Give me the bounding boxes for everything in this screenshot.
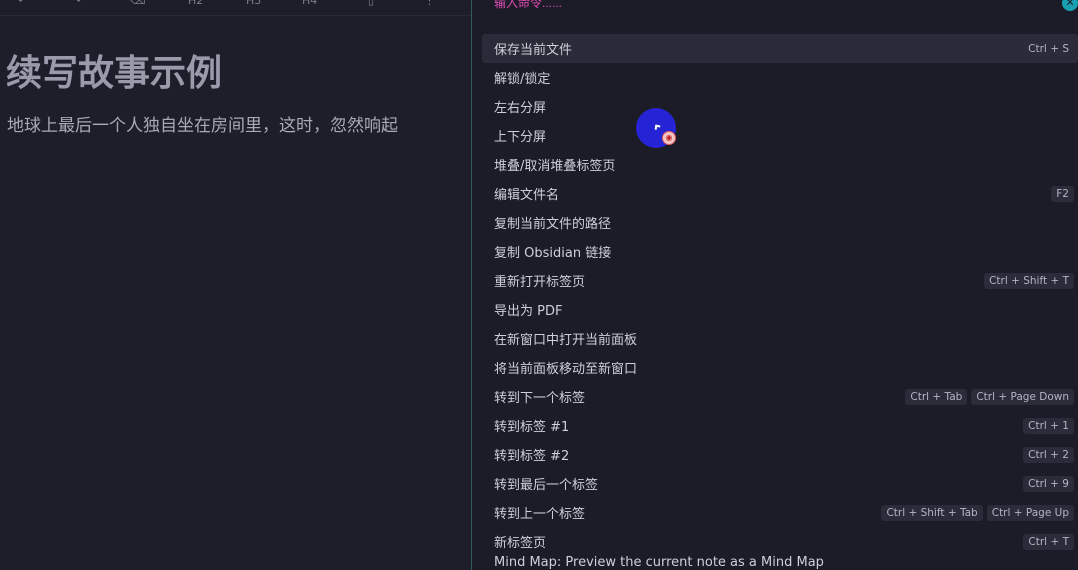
command-item[interactable]: 上下分屏: [482, 121, 1078, 150]
command-item[interactable]: 堆叠/取消堆叠标签页: [482, 150, 1078, 179]
hotkey-group: Ctrl + Shift + T: [984, 272, 1074, 289]
redo-icon[interactable]: ↷: [72, 0, 81, 8]
command-item[interactable]: 转到标签 #2 Ctrl + 2: [482, 440, 1078, 469]
app-window: ↶ ↷ ⌫ H2 H3 H4 ▯ ⋮ 续写故事示例 地球上最后一个人独自坐在房间…: [0, 0, 1078, 570]
hotkey-badge: Ctrl + Shift + Tab: [881, 504, 983, 521]
command-item[interactable]: 转到最后一个标签 Ctrl + 9: [482, 469, 1078, 498]
hotkey-badge: Ctrl + 2: [1023, 446, 1074, 463]
command-label: 将当前面板移动至新窗口: [494, 362, 638, 377]
hotkey-group: Ctrl + Shift + Tab Ctrl + Page Up: [881, 504, 1074, 521]
hotkey-badge: Ctrl + T: [1023, 533, 1074, 550]
command-search-input[interactable]: [494, 0, 649, 10]
hotkey-badge: Ctrl + 9: [1023, 475, 1074, 492]
command-item[interactable]: 编辑文件名 F2: [482, 179, 1078, 208]
copy-icon[interactable]: ▯: [368, 0, 374, 8]
hotkey-group: F2: [1051, 185, 1074, 202]
command-item[interactable]: 在新窗口中打开当前面板: [482, 324, 1078, 353]
hotkey-badge: Ctrl + Page Down: [971, 388, 1074, 405]
hotkey-badge: Ctrl + Shift + T: [984, 272, 1074, 289]
hotkey-group: Ctrl + T: [1023, 533, 1074, 550]
hotkey-group: Ctrl + S: [1023, 40, 1074, 57]
command-item[interactable]: 导出为 PDF: [482, 295, 1078, 324]
command-label: Mind Map: Preview the current note as a …: [494, 556, 824, 570]
editor-pane: ↶ ↷ ⌫ H2 H3 H4 ▯ ⋮ 续写故事示例 地球上最后一个人独自坐在房间…: [0, 0, 472, 570]
command-label: 上下分屏: [494, 130, 547, 145]
heading4-icon[interactable]: H4: [302, 0, 317, 8]
hotkey-badge: Ctrl + S: [1023, 40, 1074, 57]
undo-icon[interactable]: ↶: [18, 0, 27, 8]
command-item[interactable]: 转到下一个标签 Ctrl + Tab Ctrl + Page Down: [482, 382, 1078, 411]
hotkey-badge: Ctrl + Page Up: [986, 504, 1074, 521]
command-label: 重新打开标签页: [494, 275, 586, 290]
hotkey-group: Ctrl + 9: [1023, 475, 1074, 492]
command-item[interactable]: 左右分屏: [482, 92, 1078, 121]
hotkey-badge: Ctrl + Tab: [905, 388, 968, 405]
command-label: 解锁/锁定: [494, 72, 551, 87]
command-label: 保存当前文件: [494, 43, 573, 58]
command-item[interactable]: 保存当前文件 Ctrl + S: [482, 34, 1078, 63]
command-item[interactable]: 新标签页 Ctrl + T: [482, 527, 1078, 556]
clear-format-icon[interactable]: ⌫: [130, 0, 146, 8]
hotkey-group: Ctrl + 1: [1023, 417, 1074, 434]
command-item[interactable]: 将当前面板移动至新窗口: [482, 353, 1078, 382]
more-icon[interactable]: ⋮: [424, 0, 435, 8]
command-label: 左右分屏: [494, 101, 547, 116]
hotkey-group: Ctrl + 2: [1023, 446, 1074, 463]
cursor-badge-icon: ◉: [662, 131, 676, 145]
close-icon[interactable]: ✕: [1062, 0, 1078, 11]
command-label: 导出为 PDF: [494, 304, 563, 319]
hotkey-badge: F2: [1051, 185, 1074, 202]
hotkey-badge: Ctrl + 1: [1023, 417, 1074, 434]
command-item[interactable]: 重新打开标签页 Ctrl + Shift + T: [482, 266, 1078, 295]
command-label: 转到上一个标签: [494, 507, 586, 522]
command-label: 编辑文件名: [494, 188, 560, 203]
command-label: 复制当前文件的路径: [494, 217, 612, 232]
command-item[interactable]: 转到标签 #1 Ctrl + 1: [482, 411, 1078, 440]
command-label: 在新窗口中打开当前面板: [494, 333, 638, 348]
command-item[interactable]: Mind Map: Preview the current note as a …: [482, 556, 1078, 570]
document-body[interactable]: 地球上最后一个人独自坐在房间里，这时，忽然响起: [7, 111, 398, 136]
command-label: 新标签页: [494, 536, 547, 551]
command-label: 转到下一个标签: [494, 391, 586, 406]
heading2-icon[interactable]: H2: [188, 0, 203, 8]
command-item[interactable]: 复制 Obsidian 链接: [482, 237, 1078, 266]
command-label: 转到标签 #1: [494, 420, 570, 435]
command-item[interactable]: 转到上一个标签 Ctrl + Shift + Tab Ctrl + Page Up: [482, 498, 1078, 527]
command-item[interactable]: 复制当前文件的路径: [482, 208, 1078, 237]
command-palette: ✕ 保存当前文件Ctrl + S解锁/锁定左右分屏上下分屏堆叠/取消堆叠标签页编…: [472, 0, 1078, 570]
command-label: 堆叠/取消堆叠标签页: [494, 159, 616, 174]
command-label: 转到最后一个标签: [494, 478, 599, 493]
command-list: 保存当前文件 Ctrl + S 解锁/锁定 左右分屏 上下分屏 堆叠/取消堆叠标签页 编辑文…: [482, 34, 1078, 570]
command-item[interactable]: 解锁/锁定: [482, 63, 1078, 92]
hotkey-group: Ctrl + Tab Ctrl + Page Down: [905, 388, 1074, 405]
command-label: 转到标签 #2: [494, 449, 570, 464]
editor-toolbar: ↶ ↷ ⌫ H2 H3 H4 ▯ ⋮: [0, 0, 472, 16]
command-label: 复制 Obsidian 链接: [494, 246, 612, 261]
heading3-icon[interactable]: H3: [246, 0, 261, 8]
document-title[interactable]: 续写故事示例: [6, 44, 222, 96]
mouse-pointer-icon: [654, 124, 661, 131]
